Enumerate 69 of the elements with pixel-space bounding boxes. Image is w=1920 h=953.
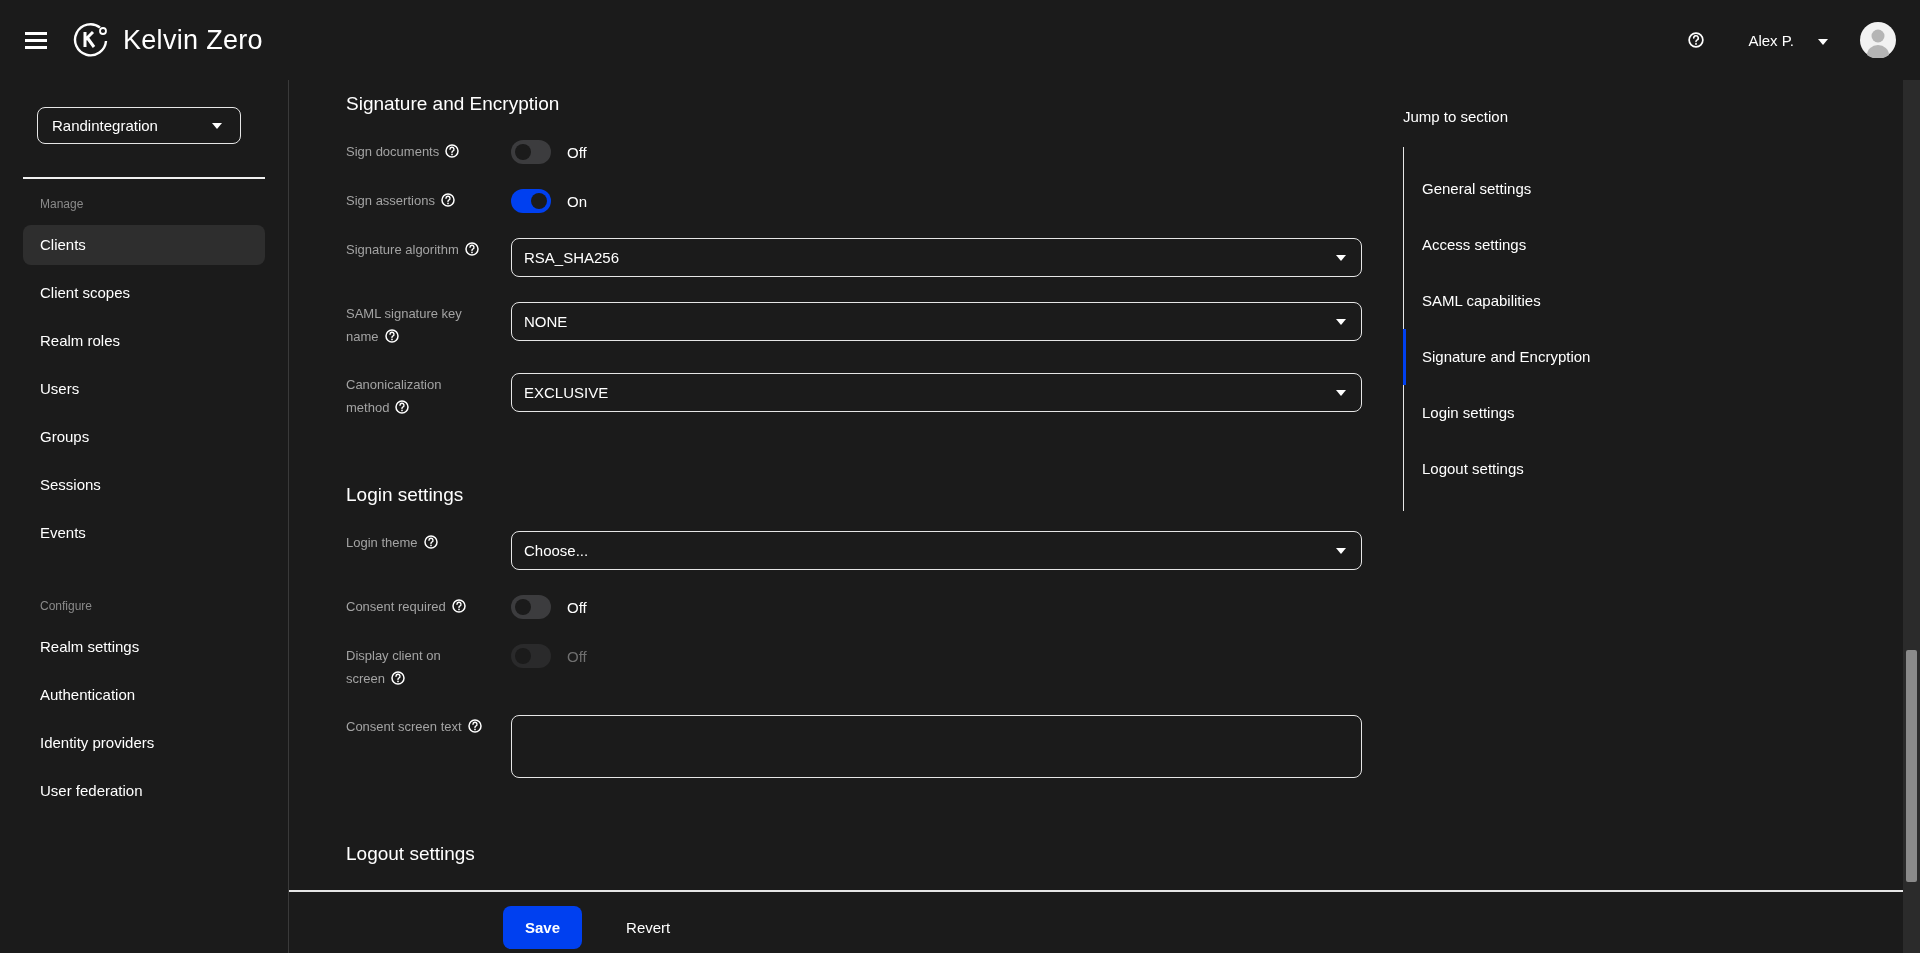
- save-button[interactable]: Save: [503, 905, 583, 949]
- nav-group-title: Manage: [39, 197, 85, 211]
- field-label: SAML signature key name: [346, 305, 463, 346]
- jump-link[interactable]: General settings: [1403, 161, 1591, 217]
- help-icon[interactable]: [395, 400, 410, 414]
- nav-group-title: Configure: [39, 599, 94, 613]
- nav-item[interactable]: Sessions: [23, 465, 265, 505]
- help-icon[interactable]: [467, 719, 482, 733]
- field-label: Consent screen text: [346, 715, 486, 738]
- section-heading: Signature and Encryption: [346, 92, 561, 116]
- caret-icon: [212, 122, 222, 129]
- brand-name: Kelvin Zero: [123, 24, 263, 56]
- jump-link[interactable]: Access settings: [1403, 217, 1591, 273]
- text-area[interactable]: [511, 715, 1362, 778]
- toggle-state-text: Off: [567, 598, 587, 616]
- nav-item[interactable]: Client scopes: [23, 273, 265, 313]
- field-label: Canonicalization method: [346, 376, 443, 417]
- help-icon[interactable]: [464, 242, 479, 256]
- jump-title: Jump to section: [1403, 108, 1510, 125]
- toggle-switch[interactable]: [511, 189, 551, 213]
- jump-link[interactable]: Signature and Encryption: [1403, 329, 1591, 385]
- caret-icon: [1336, 547, 1346, 554]
- toggle-state-text: On: [567, 192, 587, 210]
- toggle-switch[interactable]: [511, 140, 551, 164]
- menu-icon[interactable]: [25, 31, 47, 49]
- field-label: Sign documents: [346, 140, 486, 163]
- nav-item[interactable]: Authentication: [23, 675, 265, 715]
- section-heading: Login settings: [346, 483, 465, 507]
- help-icon[interactable]: [391, 671, 406, 685]
- help-icon[interactable]: [1688, 32, 1705, 48]
- help-icon[interactable]: [451, 599, 466, 613]
- help-icon[interactable]: [440, 193, 455, 207]
- nav-item[interactable]: User federation: [23, 771, 265, 811]
- field-label: Signature algorithm: [346, 238, 486, 261]
- jump-link[interactable]: Login settings: [1403, 385, 1591, 441]
- caret-icon: [1336, 254, 1346, 261]
- nav-item[interactable]: Users: [23, 369, 265, 409]
- nav-item[interactable]: Groups: [23, 417, 265, 457]
- revert-button[interactable]: Revert: [604, 905, 693, 949]
- section-heading: Logout settings: [346, 842, 476, 866]
- toggle-switch[interactable]: [511, 595, 551, 619]
- select-dropdown[interactable]: EXCLUSIVE: [511, 373, 1362, 412]
- nav-item[interactable]: Realm settings: [23, 627, 265, 667]
- help-icon[interactable]: [384, 329, 399, 343]
- nav-item[interactable]: Events: [23, 513, 265, 553]
- help-icon[interactable]: [445, 144, 460, 158]
- field-label: Consent required: [346, 595, 486, 618]
- field-label: Login theme: [346, 531, 486, 554]
- nav-item[interactable]: Realm roles: [23, 321, 265, 361]
- caret-icon: [1336, 389, 1346, 396]
- scrollbar[interactable]: [1903, 80, 1920, 953]
- jump-link[interactable]: Logout settings: [1403, 441, 1591, 497]
- jump-link[interactable]: SAML capabilities: [1403, 273, 1591, 329]
- field-label: Display client on screen: [346, 647, 442, 688]
- realm-dropdown[interactable]: Randintegration: [37, 107, 241, 144]
- caret-icon: [1818, 39, 1828, 45]
- logo-icon: [73, 22, 109, 58]
- toggle-state-text: Off: [567, 143, 587, 161]
- nav-item[interactable]: Identity providers: [23, 723, 265, 763]
- caret-icon: [1336, 318, 1346, 325]
- toggle-state-text: Off: [567, 647, 587, 665]
- select-dropdown[interactable]: RSA_SHA256: [511, 238, 1362, 277]
- user-menu[interactable]: Alex P.: [1748, 31, 1794, 49]
- select-dropdown[interactable]: NONE: [511, 302, 1362, 341]
- help-icon[interactable]: [423, 535, 438, 549]
- avatar-icon[interactable]: [1860, 22, 1896, 58]
- field-label: Sign assertions: [346, 189, 486, 212]
- nav-item[interactable]: Clients: [23, 225, 265, 265]
- select-dropdown[interactable]: Choose...: [511, 531, 1362, 570]
